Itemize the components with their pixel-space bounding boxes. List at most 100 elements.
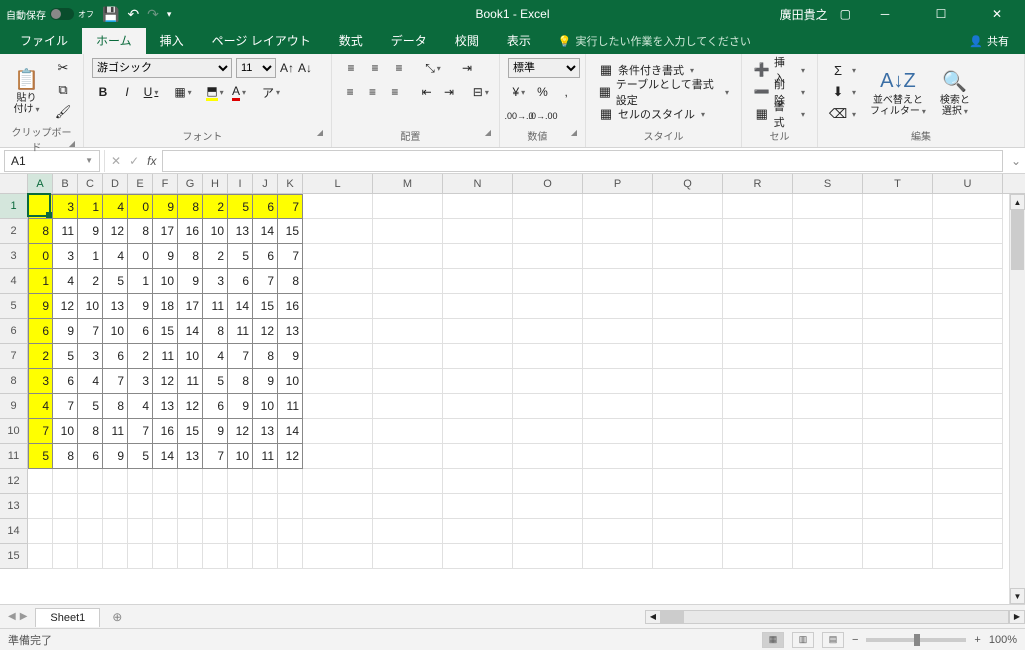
cell-D13[interactable] — [103, 494, 128, 519]
align-bottom-icon[interactable]: ≡ — [388, 58, 410, 78]
cell-I8[interactable]: 8 — [228, 369, 253, 394]
merge-center-icon[interactable]: ⊟ — [471, 82, 491, 102]
cell-H6[interactable]: 8 — [203, 319, 228, 344]
cell-T3[interactable] — [863, 244, 933, 269]
italic-button[interactable]: I — [116, 82, 138, 102]
cell-E7[interactable]: 2 — [128, 344, 153, 369]
row-header-1[interactable]: 1 — [0, 194, 28, 219]
cell-C2[interactable]: 9 — [78, 219, 103, 244]
cell-N7[interactable] — [443, 344, 513, 369]
cell-J13[interactable] — [253, 494, 278, 519]
cell-H2[interactable]: 10 — [203, 219, 228, 244]
cell-T5[interactable] — [863, 294, 933, 319]
cell-H8[interactable]: 5 — [203, 369, 228, 394]
cell-R6[interactable] — [723, 319, 793, 344]
cell-E15[interactable] — [128, 544, 153, 569]
zoom-slider[interactable] — [866, 638, 966, 642]
cell-U12[interactable] — [933, 469, 1003, 494]
cell-B14[interactable] — [53, 519, 78, 544]
cell-U4[interactable] — [933, 269, 1003, 294]
row-header-11[interactable]: 11 — [0, 444, 28, 469]
cell-A11[interactable]: 5 — [28, 444, 53, 469]
cancel-formula-icon[interactable]: ✕ — [111, 154, 121, 168]
cell-B4[interactable]: 4 — [53, 269, 78, 294]
cell-Q6[interactable] — [653, 319, 723, 344]
cell-P9[interactable] — [583, 394, 653, 419]
row-header-7[interactable]: 7 — [0, 344, 28, 369]
copy-button[interactable]: ⧉ — [51, 80, 75, 100]
cell-E6[interactable]: 6 — [128, 319, 153, 344]
share-button[interactable]: 👤 共有 — [959, 28, 1019, 54]
cell-F6[interactable]: 15 — [153, 319, 178, 344]
cell-K12[interactable] — [278, 469, 303, 494]
cell-Q11[interactable] — [653, 444, 723, 469]
cell-G14[interactable] — [178, 519, 203, 544]
save-icon[interactable]: 💾 — [102, 6, 119, 23]
cell-T11[interactable] — [863, 444, 933, 469]
maximize-button[interactable]: ☐ — [919, 0, 963, 28]
orientation-icon[interactable]: ⤡ — [422, 58, 444, 78]
cell-J3[interactable]: 6 — [253, 244, 278, 269]
cell-O3[interactable] — [513, 244, 583, 269]
cell-U6[interactable] — [933, 319, 1003, 344]
cell-M2[interactable] — [373, 219, 443, 244]
accounting-format-icon[interactable]: ¥ — [508, 82, 530, 102]
cell-N15[interactable] — [443, 544, 513, 569]
cell-R3[interactable] — [723, 244, 793, 269]
qat-customize-icon[interactable]: ▾ — [167, 9, 172, 20]
column-header-H[interactable]: H — [203, 174, 228, 193]
cell-B15[interactable] — [53, 544, 78, 569]
autosum-button[interactable]: Σ — [826, 60, 860, 80]
fx-icon[interactable]: fx — [147, 154, 156, 168]
cell-R4[interactable] — [723, 269, 793, 294]
cell-E13[interactable] — [128, 494, 153, 519]
cell-D8[interactable]: 7 — [103, 369, 128, 394]
cell-A1[interactable] — [28, 194, 53, 219]
bold-button[interactable]: B — [92, 82, 114, 102]
clear-button[interactable]: ⌫ — [826, 104, 860, 124]
cell-A6[interactable]: 6 — [28, 319, 53, 344]
cell-F12[interactable] — [153, 469, 178, 494]
column-header-P[interactable]: P — [583, 174, 653, 193]
cell-O14[interactable] — [513, 519, 583, 544]
cell-S4[interactable] — [793, 269, 863, 294]
tab-home[interactable]: ホーム — [82, 27, 146, 54]
cell-R1[interactable] — [723, 194, 793, 219]
cell-N10[interactable] — [443, 419, 513, 444]
font-launcher-icon[interactable]: ◢ — [317, 128, 323, 137]
cell-H9[interactable]: 6 — [203, 394, 228, 419]
cell-U15[interactable] — [933, 544, 1003, 569]
cell-H4[interactable]: 3 — [203, 269, 228, 294]
cell-H15[interactable] — [203, 544, 228, 569]
cell-B8[interactable]: 6 — [53, 369, 78, 394]
cell-C9[interactable]: 5 — [78, 394, 103, 419]
cell-D14[interactable] — [103, 519, 128, 544]
page-layout-view-icon[interactable]: ▥ — [792, 632, 814, 648]
cell-E9[interactable]: 4 — [128, 394, 153, 419]
number-format-select[interactable]: 標準 — [508, 58, 580, 78]
cell-S15[interactable] — [793, 544, 863, 569]
hscroll-thumb[interactable] — [662, 611, 684, 623]
decrease-indent-icon[interactable]: ⇤ — [416, 82, 436, 102]
column-header-E[interactable]: E — [128, 174, 153, 193]
cell-N1[interactable] — [443, 194, 513, 219]
cell-R5[interactable] — [723, 294, 793, 319]
cell-C10[interactable]: 8 — [78, 419, 103, 444]
cell-styles-button[interactable]: ▦セルのスタイル — [594, 104, 733, 124]
row-header-3[interactable]: 3 — [0, 244, 28, 269]
cell-L8[interactable] — [303, 369, 373, 394]
cell-I15[interactable] — [228, 544, 253, 569]
column-header-U[interactable]: U — [933, 174, 1003, 193]
fill-button[interactable]: ⬇ — [826, 82, 860, 102]
cell-E11[interactable]: 5 — [128, 444, 153, 469]
cell-S1[interactable] — [793, 194, 863, 219]
cell-C13[interactable] — [78, 494, 103, 519]
cell-D6[interactable]: 10 — [103, 319, 128, 344]
cell-J15[interactable] — [253, 544, 278, 569]
column-header-C[interactable]: C — [78, 174, 103, 193]
cell-G6[interactable]: 14 — [178, 319, 203, 344]
align-right-icon[interactable]: ≡ — [385, 82, 405, 102]
cell-L4[interactable] — [303, 269, 373, 294]
cell-G3[interactable]: 8 — [178, 244, 203, 269]
cell-T6[interactable] — [863, 319, 933, 344]
